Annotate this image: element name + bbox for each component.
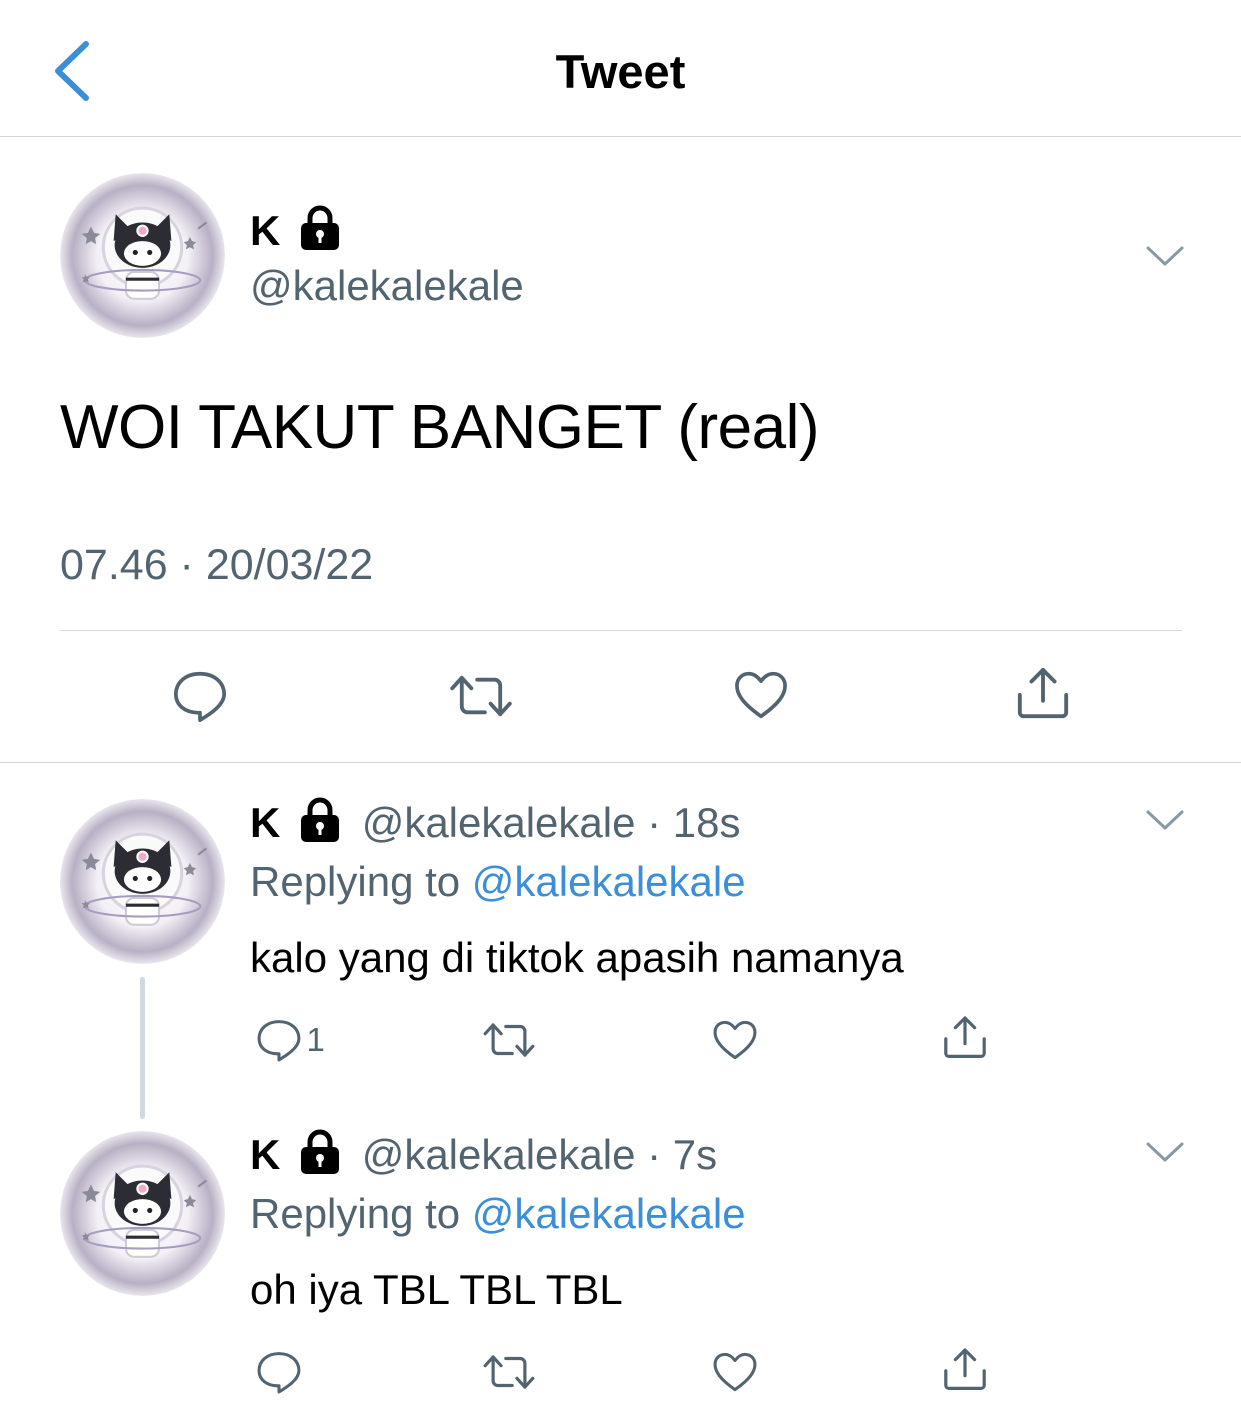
like-button[interactable]	[733, 670, 789, 725]
replying-to: Replying to @kalekalekale	[250, 858, 746, 906]
reply-header: K @kalekalekale · 7s	[250, 1129, 717, 1179]
reply-button[interactable]: 1	[256, 1018, 325, 1062]
section-divider	[0, 762, 1241, 763]
reply-text: kalo yang di tiktok apasih namanya	[250, 934, 904, 981]
chevron-down-icon[interactable]	[1145, 808, 1185, 832]
avatar[interactable]	[60, 1131, 225, 1296]
replying-prefix: Replying to	[250, 1190, 461, 1237]
chevron-down-icon[interactable]	[1145, 1140, 1185, 1164]
author-name[interactable]: K	[250, 1131, 280, 1178]
lock-icon	[298, 1129, 342, 1175]
retweet-icon	[482, 1352, 536, 1392]
reply-text: oh iya TBL TBL TBL	[250, 1266, 623, 1313]
tweet-text: WOI TAKUT BANGET (real)	[60, 393, 820, 462]
reply-time: · 18s	[647, 799, 741, 846]
like-button[interactable]	[712, 1350, 758, 1399]
author-handle[interactable]: @kalekalekale	[362, 799, 636, 846]
replying-prefix: Replying to	[250, 858, 461, 905]
heart-icon	[712, 1018, 758, 1062]
share-icon	[1014, 666, 1072, 722]
retweet-icon	[448, 672, 514, 720]
reply-icon	[172, 670, 228, 722]
author-handle[interactable]: @kalekalekale	[362, 1131, 636, 1178]
author-name[interactable]: K	[250, 799, 280, 846]
thread-connector	[140, 977, 145, 1119]
reply-icon	[256, 1018, 302, 1062]
replying-to: Replying to @kalekalekale	[250, 1190, 746, 1238]
reply-button[interactable]	[172, 670, 228, 727]
avatar[interactable]	[60, 799, 225, 964]
share-icon	[941, 1346, 989, 1394]
share-button[interactable]	[941, 1014, 989, 1067]
share-icon	[941, 1014, 989, 1062]
author-name-text: K	[250, 207, 281, 254]
heart-icon	[733, 670, 789, 720]
reply-header: K @kalekalekale · 18s	[250, 797, 741, 847]
share-button[interactable]	[941, 1346, 989, 1399]
divider	[60, 630, 1182, 631]
page-title: Tweet	[555, 45, 686, 98]
reply-count: 1	[306, 1021, 325, 1058]
reply-button[interactable]	[256, 1350, 302, 1399]
retweet-button[interactable]	[482, 1352, 536, 1397]
like-button[interactable]	[712, 1018, 758, 1067]
retweet-button[interactable]	[448, 672, 514, 725]
mention-link[interactable]: @kalekalekale	[472, 858, 746, 905]
lock-icon	[298, 797, 342, 843]
chevron-down-icon[interactable]	[1145, 244, 1185, 268]
reply-icon	[256, 1350, 302, 1394]
retweet-button[interactable]	[482, 1020, 536, 1065]
top-nav-bar: Tweet	[0, 0, 1241, 137]
author-name[interactable]: K	[250, 205, 342, 255]
lock-icon	[298, 205, 342, 251]
retweet-icon	[482, 1020, 536, 1060]
author-handle[interactable]: @kalekalekale	[250, 262, 524, 310]
share-button[interactable]	[1014, 666, 1072, 727]
mention-link[interactable]: @kalekalekale	[472, 1190, 746, 1237]
avatar[interactable]	[60, 173, 225, 338]
reply-time: · 7s	[647, 1131, 718, 1178]
tweet-timestamp[interactable]: 07.46 · 20/03/22	[60, 541, 373, 590]
heart-icon	[712, 1350, 758, 1394]
